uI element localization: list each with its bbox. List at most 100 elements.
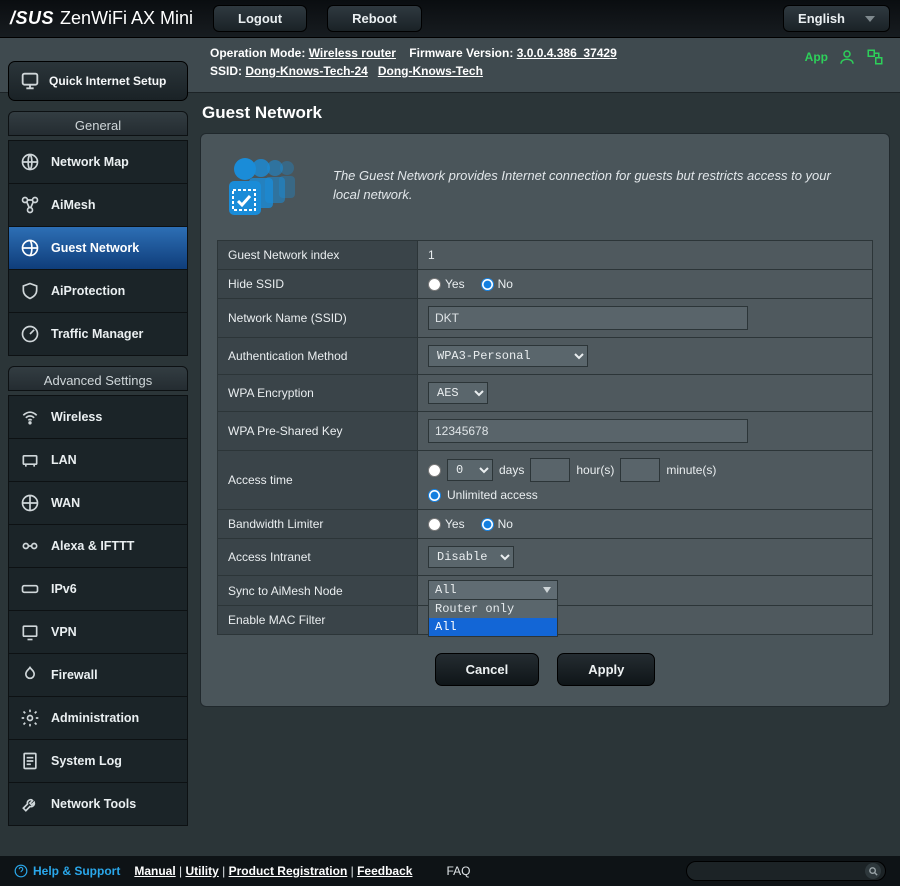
- ssid-label: SSID:: [210, 64, 242, 78]
- hours-label: hour(s): [576, 463, 614, 477]
- nav-network-tools[interactable]: Network Tools: [8, 783, 188, 826]
- hours-input[interactable]: [530, 458, 570, 482]
- minutes-input[interactable]: [620, 458, 660, 482]
- nav-alexa-ifttt[interactable]: Alexa & IFTTT: [8, 525, 188, 568]
- nav-wireless[interactable]: Wireless: [8, 395, 188, 439]
- bw-no[interactable]: No: [481, 517, 513, 531]
- ssid-value-0[interactable]: Dong-Knows-Tech-24: [245, 64, 367, 78]
- row-label-auth: Authentication Method: [218, 338, 418, 375]
- nav-ipv6[interactable]: IPv6: [8, 568, 188, 611]
- access-unlimited-radio[interactable]: [428, 489, 441, 502]
- nav-label: VPN: [51, 625, 77, 639]
- product-name: ZenWiFi AX Mini: [60, 8, 193, 29]
- nav-label: Network Tools: [51, 797, 136, 811]
- nav-label: WAN: [51, 496, 80, 510]
- row-label-mac: Enable MAC Filter: [218, 606, 418, 635]
- ssid-value-1[interactable]: Dong-Knows-Tech: [378, 64, 483, 78]
- apply-button[interactable]: Apply: [557, 653, 655, 686]
- language-selector[interactable]: English: [783, 5, 890, 32]
- quick-internet-setup[interactable]: Quick Internet Setup: [8, 61, 188, 101]
- globe-icon: [19, 151, 41, 173]
- nav-advanced: Wireless LAN WAN Alexa & IFTTT IPv6 VPN …: [8, 395, 188, 826]
- nav-wan[interactable]: WAN: [8, 482, 188, 525]
- hide-ssid-yes[interactable]: Yes: [428, 277, 465, 291]
- logout-button[interactable]: Logout: [213, 5, 307, 32]
- sync-selected: All: [435, 583, 457, 597]
- sync-option-router[interactable]: Router only: [429, 600, 557, 618]
- nav-label: System Log: [51, 754, 122, 768]
- row-label-enc: WPA Encryption: [218, 375, 418, 412]
- page-title: Guest Network: [202, 103, 888, 123]
- top-bar: /SUS ZenWiFi AX Mini Logout Reboot Engli…: [0, 0, 900, 38]
- sync-dropdown-open[interactable]: All Router only All: [428, 580, 558, 637]
- nav-aiprotection[interactable]: AiProtection: [8, 270, 188, 313]
- row-label-bw: Bandwidth Limiter: [218, 510, 418, 539]
- tools-icon: [19, 793, 41, 815]
- mesh-nav-icon: [19, 194, 41, 216]
- nav-label: Alexa & IFTTT: [51, 539, 134, 553]
- hide-ssid-no[interactable]: No: [481, 277, 513, 291]
- nav-guest-network[interactable]: Guest Network: [8, 227, 188, 270]
- footer-link-feedback[interactable]: Feedback: [357, 864, 412, 878]
- qis-label: Quick Internet Setup: [49, 74, 166, 88]
- nav-traffic-manager[interactable]: Traffic Manager: [8, 313, 188, 356]
- wifi-icon: [19, 406, 41, 428]
- row-label-psk: WPA Pre-Shared Key: [218, 412, 418, 451]
- help-support-link[interactable]: Help & Support: [14, 864, 120, 878]
- nav-aimesh[interactable]: AiMesh: [8, 184, 188, 227]
- intranet-select[interactable]: Disable: [428, 546, 514, 568]
- app-link[interactable]: App: [805, 50, 828, 64]
- access-limited-radio[interactable]: [428, 464, 441, 477]
- ssid-input[interactable]: [428, 306, 748, 330]
- guest-icon: [19, 237, 41, 259]
- row-label-hide-ssid: Hide SSID: [218, 270, 418, 299]
- nav-label: Administration: [51, 711, 139, 725]
- unlimited-label: Unlimited access: [447, 488, 538, 502]
- nav-label: AiMesh: [51, 198, 95, 212]
- row-label-sync: Sync to AiMesh Node: [218, 576, 418, 606]
- faq-search[interactable]: [686, 861, 886, 881]
- mesh-icon[interactable]: [866, 48, 884, 66]
- gauge-icon: [19, 323, 41, 345]
- nav-general: Network Map AiMesh Guest Network AiProte…: [8, 140, 188, 356]
- bw-yes[interactable]: Yes: [428, 517, 465, 531]
- reboot-button[interactable]: Reboot: [327, 5, 422, 32]
- firewall-icon: [19, 664, 41, 686]
- auth-select[interactable]: WPA3-Personal: [428, 345, 588, 367]
- lan-icon: [19, 449, 41, 471]
- days-select[interactable]: 0: [447, 459, 493, 481]
- user-icon[interactable]: [838, 48, 856, 66]
- nav-administration[interactable]: Administration: [8, 697, 188, 740]
- fw-value[interactable]: 3.0.0.4.386_37429: [517, 46, 617, 60]
- footer-link-registration[interactable]: Product Registration: [229, 864, 348, 878]
- shield-icon: [19, 280, 41, 302]
- nav-lan[interactable]: LAN: [8, 439, 188, 482]
- nav-label: Firewall: [51, 668, 98, 682]
- enc-select[interactable]: AES: [428, 382, 488, 404]
- brand-logo: /SUS: [10, 8, 54, 29]
- footer-link-manual[interactable]: Manual: [134, 864, 175, 878]
- sidebar: Quick Internet Setup General Network Map…: [0, 53, 196, 863]
- nav-network-map[interactable]: Network Map: [8, 140, 188, 184]
- guest-illustration-icon: [223, 154, 313, 218]
- fw-label: Firmware Version:: [409, 46, 513, 60]
- nav-firewall[interactable]: Firewall: [8, 654, 188, 697]
- sync-option-all[interactable]: All: [429, 618, 557, 636]
- nav-system-log[interactable]: System Log: [8, 740, 188, 783]
- vpn-icon: [19, 621, 41, 643]
- cancel-button[interactable]: Cancel: [435, 653, 540, 686]
- main-content: Guest Network: [196, 93, 900, 863]
- ipv6-icon: [19, 578, 41, 600]
- nav-label: IPv6: [51, 582, 77, 596]
- qis-icon: [19, 70, 41, 92]
- language-label: English: [798, 11, 845, 26]
- nav-head-advanced: Advanced Settings: [8, 366, 188, 391]
- nav-vpn[interactable]: VPN: [8, 611, 188, 654]
- nav-label: LAN: [51, 453, 77, 467]
- alexa-icon: [19, 535, 41, 557]
- nav-head-general: General: [8, 111, 188, 136]
- opmode-value[interactable]: Wireless router: [309, 46, 396, 60]
- footer-link-utility[interactable]: Utility: [185, 864, 218, 878]
- row-label-ssid: Network Name (SSID): [218, 299, 418, 338]
- psk-input[interactable]: [428, 419, 748, 443]
